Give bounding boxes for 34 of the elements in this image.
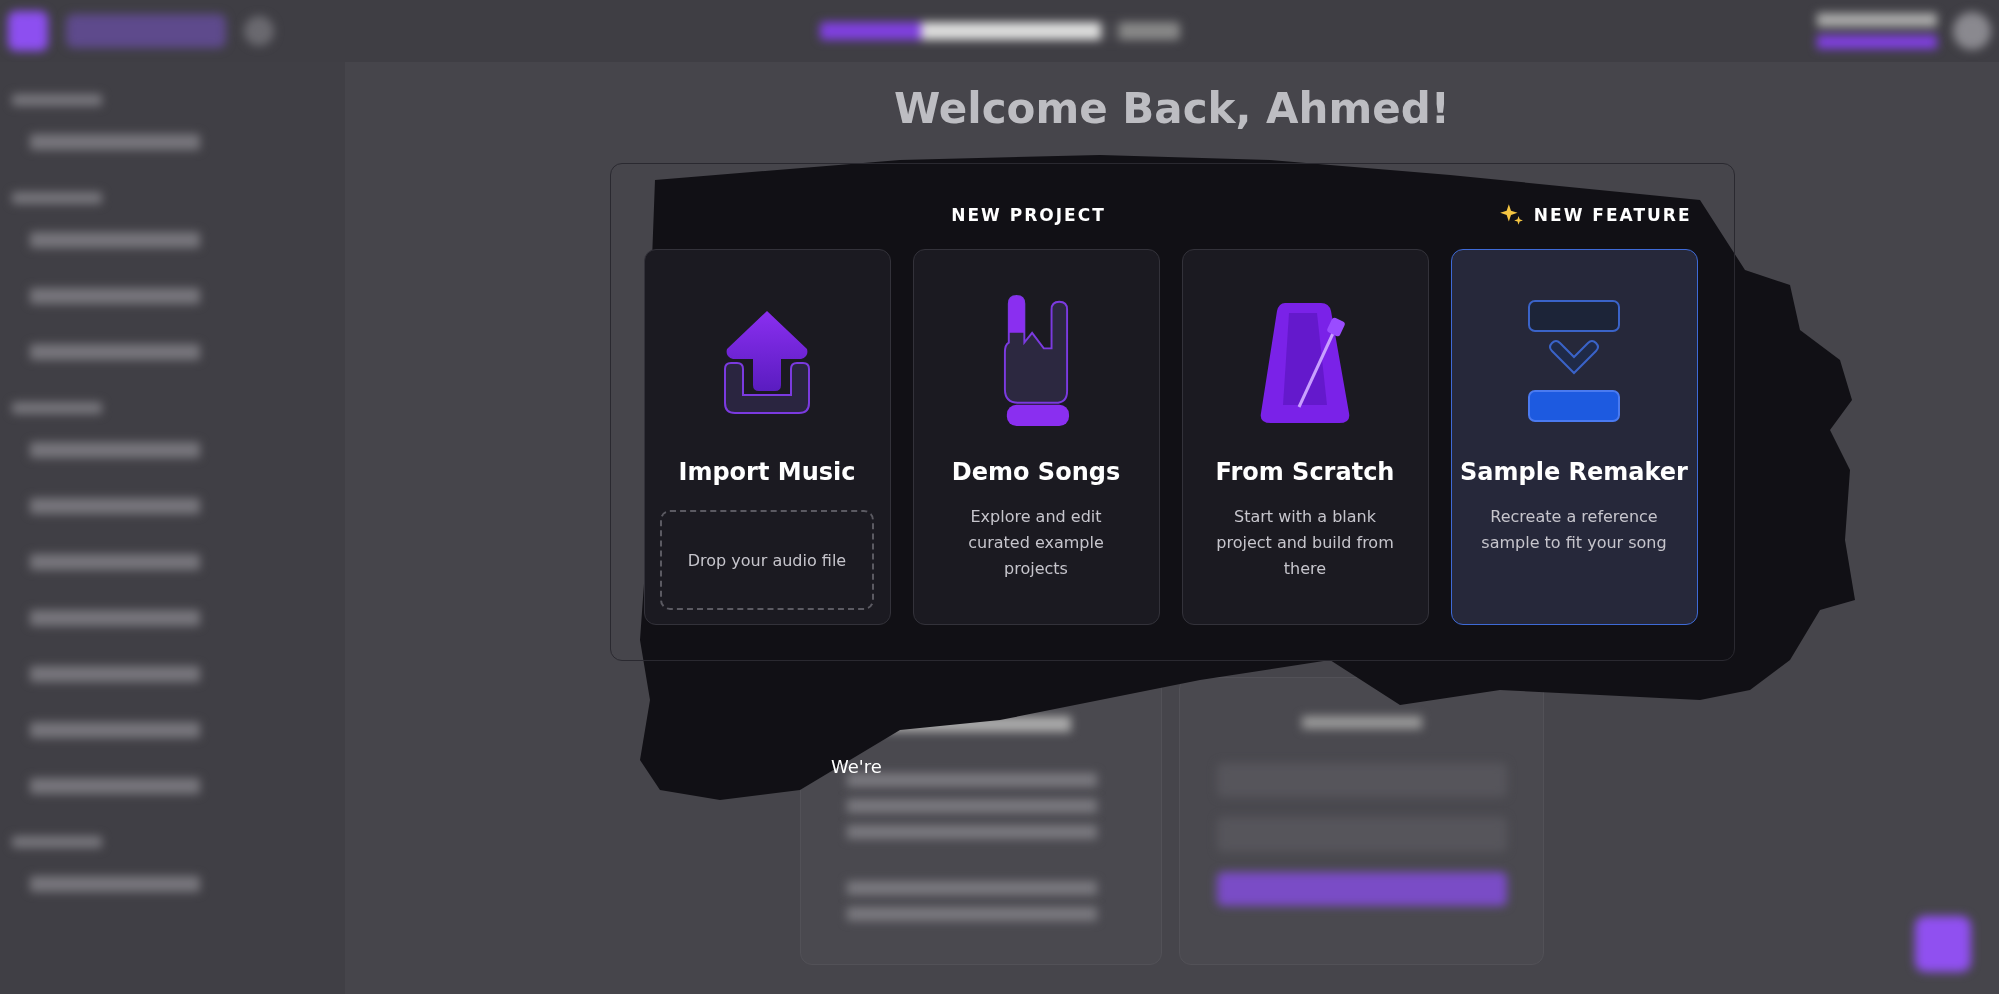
- blurred-button[interactable]: [1216, 871, 1507, 906]
- blurred-sidebar-item[interactable]: [30, 442, 200, 458]
- blurred-sidebar-item[interactable]: [30, 722, 200, 738]
- feature-label: NEW FEATURE: [1533, 205, 1692, 225]
- blurred-sidebar-item[interactable]: [30, 666, 200, 682]
- card-description: Recreate a reference sample to fit your song: [1480, 506, 1668, 554]
- blurred-floating-button[interactable]: [1915, 916, 1971, 972]
- section-title: NEW PROJECT: [950, 205, 1107, 225]
- blurred-sidebar-item[interactable]: [30, 876, 200, 892]
- card-description: Start with a blank project and build from there: [1215, 506, 1395, 580]
- blurred-sidebar-item[interactable]: [30, 610, 200, 626]
- project-card[interactable]: From Scratch Start with a blank project and build from there: [1181, 249, 1429, 625]
- blurred-sidebar-item[interactable]: [30, 232, 200, 248]
- blurred-sidebar-item[interactable]: [30, 134, 200, 150]
- card-description: Explore and edit curated example projects: [967, 506, 1105, 580]
- blurred-icon[interactable]: [244, 16, 274, 46]
- card-title: Demo Songs: [951, 458, 1121, 486]
- card-title: From Scratch: [1215, 458, 1395, 486]
- blurred-button[interactable]: [66, 14, 226, 48]
- drop-zone[interactable]: Drop your audio file: [660, 510, 874, 610]
- blurred-logo: [8, 11, 48, 51]
- card-title: Sample Remaker: [1460, 458, 1688, 486]
- blurred-sidebar-item[interactable]: [30, 344, 200, 360]
- news-text-fragment: We're: [831, 756, 882, 777]
- blurred-sidebar-item[interactable]: [30, 778, 200, 794]
- welcome-heading: Welcome Back, Ahmed!: [894, 84, 1450, 133]
- blurred-sidebar-item[interactable]: [30, 288, 200, 304]
- project-card[interactable]: Demo Songs Explore and edit curated example projects: [912, 249, 1160, 625]
- project-card[interactable]: Sample Remaker Recreate a reference sample to fit your song: [1450, 249, 1698, 625]
- blurred-sidebar-item[interactable]: [30, 554, 200, 570]
- blurred-sidebar-item[interactable]: [30, 498, 200, 514]
- project-card[interactable]: Import Music Drop your audio file: [643, 249, 891, 625]
- card-title: Import Music: [678, 458, 856, 486]
- avatar[interactable]: [1953, 12, 1991, 50]
